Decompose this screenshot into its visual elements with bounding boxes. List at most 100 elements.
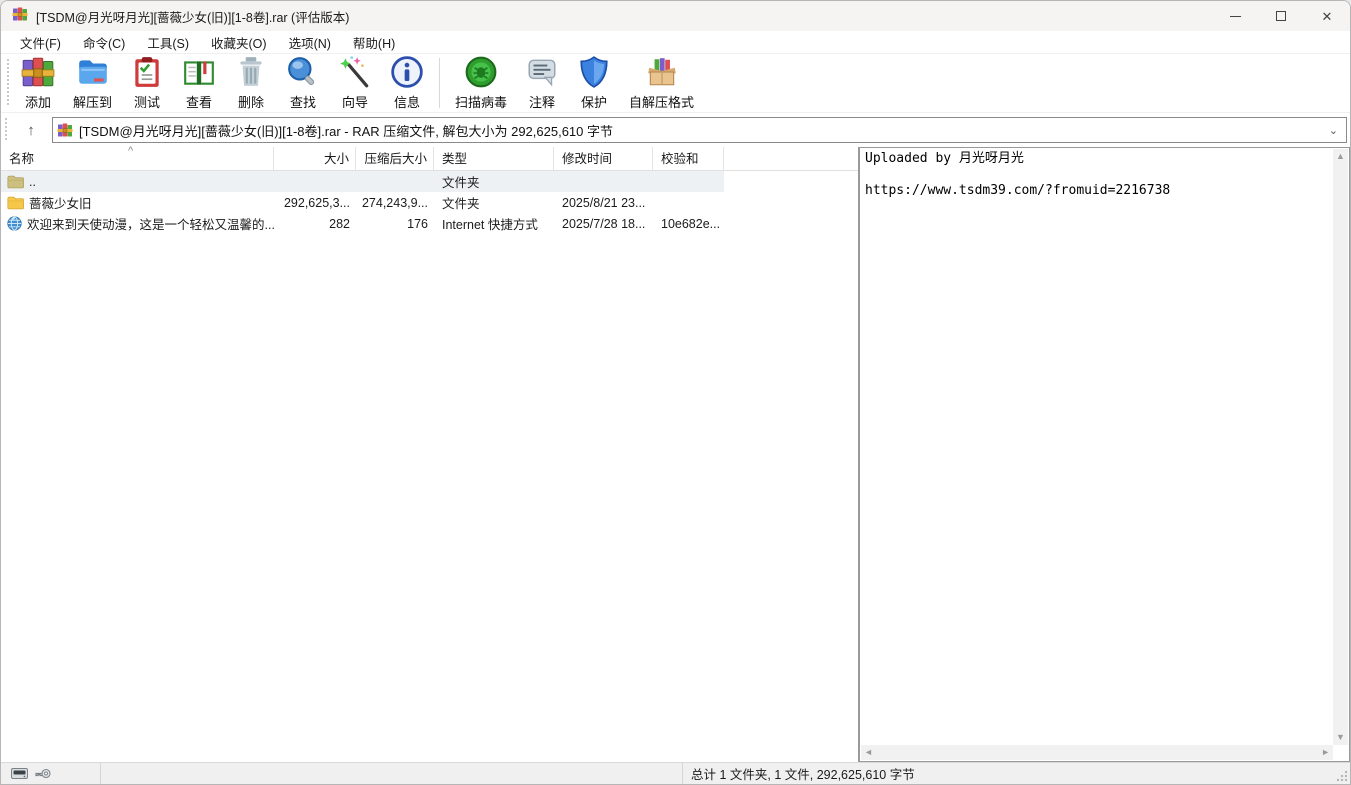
menu-favorites[interactable]: 收藏夹(O) — [200, 30, 278, 55]
column-header-type[interactable]: 类型 — [434, 147, 554, 170]
row-packed: 176 — [407, 216, 428, 231]
view-button[interactable]: 查看 — [173, 55, 225, 111]
minimize-button[interactable] — [1212, 1, 1258, 31]
column-name-label: 名称 — [9, 152, 35, 166]
scroll-down-icon[interactable]: ▼ — [1333, 730, 1348, 745]
comment-bubble-icon — [525, 55, 559, 89]
protect-shield-icon — [577, 55, 611, 89]
menu-file[interactable]: 文件(F) — [9, 30, 72, 55]
sfx-box-icon — [645, 55, 679, 89]
window-controls: ✕ — [1212, 1, 1350, 31]
view-label: 查看 — [186, 95, 213, 110]
extract-to-button[interactable]: 解压到 — [64, 55, 121, 111]
delete-button[interactable]: 删除 — [225, 55, 277, 111]
column-header-filler — [724, 147, 858, 170]
statusbar-message-area — [101, 763, 683, 784]
winrar-window: [TSDM@月光呀月光][蔷薇少女(旧)][1-8卷].rar (评估版本) ✕… — [0, 0, 1351, 785]
close-button[interactable]: ✕ — [1304, 1, 1350, 31]
menu-options[interactable]: 选项(N) — [278, 30, 342, 55]
wizard-label: 向导 — [342, 95, 369, 110]
find-button[interactable]: 查找 — [277, 55, 329, 111]
row-name: 蔷薇少女旧 — [29, 197, 92, 211]
addressbar-grip[interactable] — [4, 118, 7, 142]
wizard-wand-icon — [338, 55, 372, 89]
row-type: 文件夹 — [442, 197, 480, 211]
table-row-parent-dir[interactable]: .. 文件夹 — [1, 171, 858, 192]
scroll-right-icon[interactable]: ► — [1318, 745, 1333, 760]
addressbar: ↑ [TSDM@月光呀月光][蔷薇少女(旧)][1-8卷].rar - RAR … — [1, 113, 1350, 147]
extract-folder-icon — [76, 55, 110, 89]
test-label: 测试 — [134, 95, 161, 110]
statusbar-totals: 总计 1 文件夹, 1 文件, 292,625,610 字节 — [691, 768, 915, 782]
sfx-label: 自解压格式 — [629, 95, 695, 110]
comment-button[interactable]: 注释 — [516, 55, 568, 111]
sort-ascending-icon: ^ — [128, 145, 134, 157]
row-name: 欢迎来到天使动漫，这是一个轻松又温馨的... — [27, 218, 274, 232]
column-header-checksum[interactable]: 校验和 — [653, 147, 724, 170]
menu-commands[interactable]: 命令(C) — [72, 30, 136, 55]
menu-help[interactable]: 帮助(H) — [342, 30, 406, 55]
comment-horizontal-scrollbar[interactable]: ◄ ► — [861, 745, 1333, 760]
info-button[interactable]: 信息 — [381, 55, 433, 111]
address-combobox[interactable]: [TSDM@月光呀月光][蔷薇少女(旧)][1-8卷].rar - RAR 压缩… — [52, 117, 1347, 143]
find-magnifier-icon — [286, 55, 320, 89]
row-packed: 274,243,9... — [361, 195, 428, 210]
file-list-header: 名称 ^ 大小 压缩后大小 类型 修改时间 校验和 — [1, 145, 858, 171]
table-row-shortcut[interactable]: 欢迎来到天使动漫，这是一个轻松又温馨的... 282 176 Internet … — [1, 213, 858, 234]
delete-label: 删除 — [238, 95, 265, 110]
row-size: 282 — [329, 216, 350, 231]
table-row-folder[interactable]: 蔷薇少女旧 292,625,3... 274,243,9... 文件夹 2025… — [1, 192, 858, 213]
statusbar: 总计 1 文件夹, 1 文件, 292,625,610 字节 — [1, 762, 1350, 784]
virus-scan-label: 扫描病毒 — [455, 95, 508, 110]
winrar-logo-icon — [12, 6, 28, 27]
row-modified: 2025/7/28 18... — [562, 216, 646, 231]
menu-tools[interactable]: 工具(S) — [136, 30, 200, 55]
sfx-button[interactable]: 自解压格式 — [620, 55, 703, 111]
globe-icon — [7, 216, 22, 231]
window-title: [TSDM@月光呀月光][蔷薇少女(旧)][1-8卷].rar (评估版本) — [36, 10, 350, 25]
add-label: 添加 — [24, 95, 51, 110]
extract-to-label: 解压到 — [73, 95, 113, 110]
archive-path-text: [TSDM@月光呀月光][蔷薇少女(旧)][1-8卷].rar - RAR 压缩… — [79, 123, 613, 139]
menubar: 文件(F) 命令(C) 工具(S) 收藏夹(O) 选项(N) 帮助(H) — [1, 31, 1350, 54]
scroll-left-icon[interactable]: ◄ — [861, 745, 876, 760]
file-list-panel: 名称 ^ 大小 压缩后大小 类型 修改时间 校验和 .. 文件夹 蔷薇少女旧 2… — [1, 145, 859, 762]
drive-icon — [11, 768, 28, 779]
up-button[interactable]: ↑ — [18, 117, 44, 143]
main-area: 名称 ^ 大小 压缩后大小 类型 修改时间 校验和 .. 文件夹 蔷薇少女旧 2… — [1, 145, 1350, 762]
toolbar: 添加 解压到 测试 查看 删除 查找 向导 信息 扫描病毒 注释 保护 自解压格… — [1, 54, 1350, 113]
find-label: 查找 — [290, 95, 317, 110]
winrar-add-icon — [21, 55, 55, 89]
scroll-up-icon[interactable]: ▲ — [1333, 149, 1348, 164]
row-type: 文件夹 — [442, 176, 480, 190]
folder-up-icon — [7, 175, 24, 189]
wizard-button[interactable]: 向导 — [329, 55, 381, 111]
row-name: .. — [29, 174, 36, 189]
row-modified: 2025/8/21 23... — [562, 195, 646, 210]
close-icon: ✕ — [1321, 8, 1333, 24]
comment-label: 注释 — [529, 95, 556, 110]
view-book-icon — [182, 55, 216, 89]
column-header-packed[interactable]: 压缩后大小 — [356, 147, 434, 170]
folder-icon — [7, 196, 24, 210]
column-header-modified[interactable]: 修改时间 — [554, 147, 653, 170]
chevron-down-icon[interactable]: ⌄ — [1325, 124, 1342, 137]
toolbar-grip[interactable] — [6, 59, 9, 107]
key-icon — [35, 768, 51, 779]
column-header-size[interactable]: 大小 — [274, 147, 356, 170]
test-clipboard-icon — [130, 55, 164, 89]
statusbar-left — [1, 763, 101, 784]
maximize-button[interactable] — [1258, 1, 1304, 31]
protect-button[interactable]: 保护 — [568, 55, 620, 111]
archive-file-icon — [57, 122, 73, 138]
row-type: Internet 快捷方式 — [442, 218, 538, 232]
virus-scan-button[interactable]: 扫描病毒 — [446, 55, 516, 111]
add-button[interactable]: 添加 — [12, 55, 64, 111]
maximize-icon — [1276, 11, 1286, 21]
test-button[interactable]: 测试 — [121, 55, 173, 111]
archive-comment-text: Uploaded by 月光呀月光 https://www.tsdm39.com… — [865, 151, 1171, 198]
virus-scan-icon — [464, 55, 498, 89]
comment-vertical-scrollbar[interactable]: ▲ ▼ — [1333, 149, 1348, 745]
resize-grip[interactable] — [1337, 771, 1347, 781]
column-header-name[interactable]: 名称 ^ — [1, 145, 274, 170]
